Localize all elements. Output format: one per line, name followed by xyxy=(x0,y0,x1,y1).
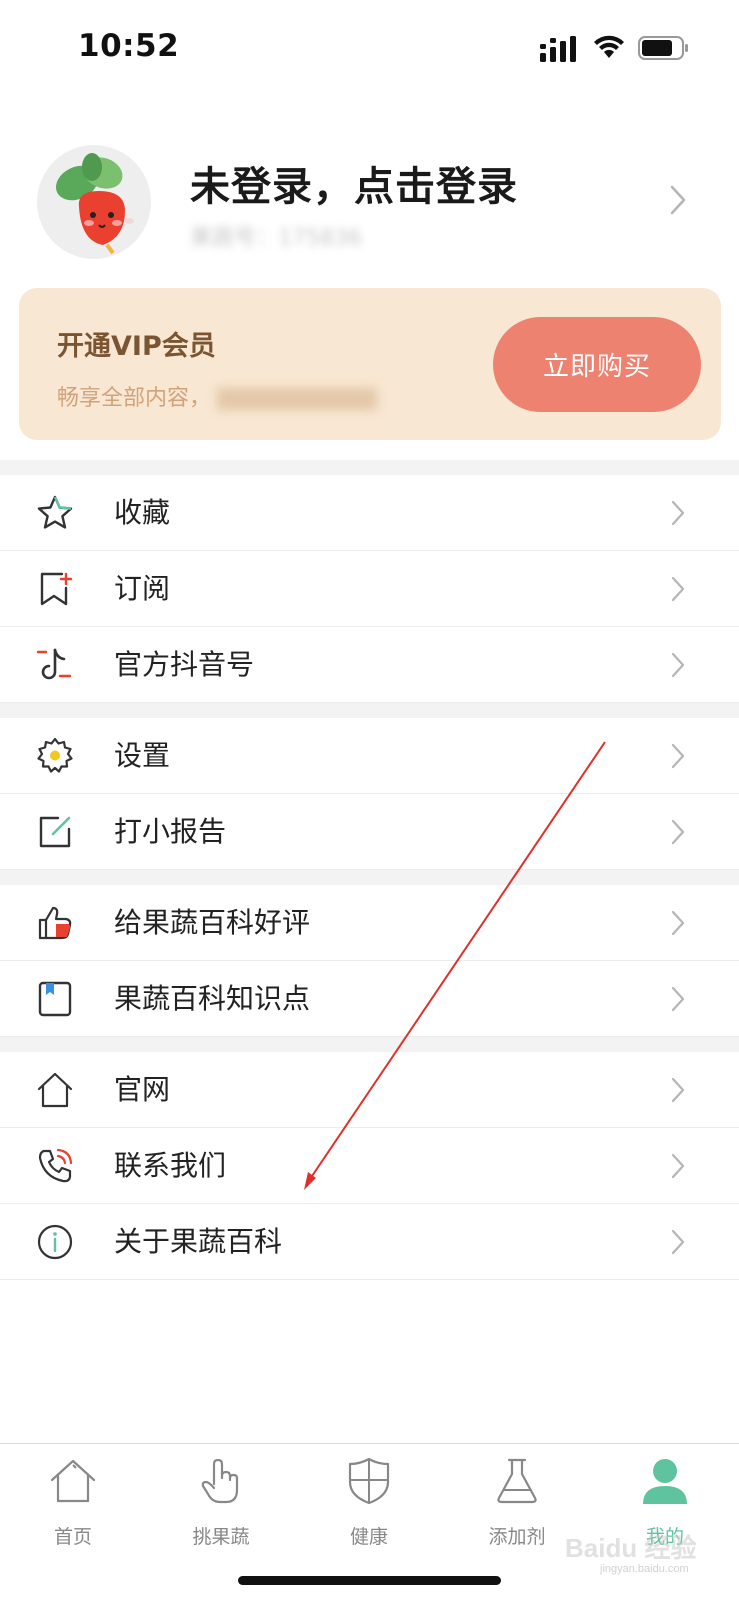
menu-item-label: 订阅 xyxy=(114,572,171,605)
tiktok-icon xyxy=(36,648,72,680)
chevron-right-icon xyxy=(671,1229,685,1255)
baidu-watermark: Baidu 经验 xyxy=(565,1533,697,1563)
menu-item-label: 打小报告 xyxy=(114,815,227,848)
chevron-right-icon xyxy=(670,185,686,215)
battery-icon xyxy=(638,36,688,60)
hand-pointer-icon xyxy=(201,1458,239,1504)
tab-label: 首页 xyxy=(53,1526,92,1548)
cellular-signal-icon xyxy=(540,36,576,62)
avatar[interactable] xyxy=(37,145,151,259)
phone-icon xyxy=(38,1148,73,1183)
menu-item-label: 收藏 xyxy=(114,496,171,529)
status-time: 10:52 xyxy=(78,28,180,64)
tab-pick-produce[interactable]: 挑果蔬 xyxy=(166,1444,276,1548)
menu-item-favorites[interactable]: 收藏 xyxy=(0,475,739,551)
section-divider xyxy=(0,703,739,718)
bookmark-plus-icon xyxy=(40,572,73,606)
tab-label: 健康 xyxy=(349,1526,388,1548)
chevron-right-icon xyxy=(671,500,685,526)
buy-now-button[interactable]: 立即购买 xyxy=(493,317,701,412)
menu-item-settings[interactable]: 设置 xyxy=(0,718,739,794)
tab-label: 挑果蔬 xyxy=(192,1526,250,1548)
menu-item-subscriptions[interactable]: 订阅 xyxy=(0,551,739,627)
shield-icon xyxy=(348,1457,390,1505)
chevron-right-icon xyxy=(671,819,685,845)
vip-title: 开通VIP会员 xyxy=(57,331,216,362)
chevron-right-icon xyxy=(671,652,685,678)
tab-label: 添加剂 xyxy=(488,1526,546,1548)
wifi-icon xyxy=(594,35,624,58)
flask-icon xyxy=(497,1458,537,1504)
menu-item-label: 关于果蔬百科 xyxy=(114,1225,283,1258)
section-divider xyxy=(0,1037,739,1052)
thumbs-up-icon xyxy=(38,906,72,940)
menu-item-rate-app[interactable]: 给果蔬百科好评 xyxy=(0,885,739,961)
star-icon xyxy=(37,495,73,529)
menu-item-report[interactable]: 打小报告 xyxy=(0,794,739,870)
menu-item-tiktok[interactable]: 官方抖音号 xyxy=(0,627,739,703)
chevron-right-icon xyxy=(671,986,685,1012)
vip-subtitle: 畅享全部内容， xyxy=(57,380,378,412)
radish-mascot-icon xyxy=(55,153,134,255)
settings-menu: 收藏 订阅 官方抖音号 设置 打小报告 给果蔬百科好评 果蔬百科知识点 官网 联… xyxy=(0,460,739,1280)
status-bar: 10:52 xyxy=(0,0,739,100)
section-divider xyxy=(0,870,739,885)
tab-additives[interactable]: 添加剂 xyxy=(462,1444,572,1548)
chevron-right-icon xyxy=(671,1077,685,1103)
menu-item-label: 官网 xyxy=(114,1073,171,1106)
tab-home[interactable]: 首页 xyxy=(18,1444,128,1548)
blurred-text xyxy=(217,388,378,410)
menu-item-label: 设置 xyxy=(114,739,171,772)
gear-icon xyxy=(37,737,73,773)
book-icon xyxy=(38,981,72,1017)
menu-item-label: 官方抖音号 xyxy=(114,648,255,681)
vip-subtitle-text: 畅享全部内容， xyxy=(57,386,212,411)
home-icon xyxy=(50,1459,96,1503)
menu-item-contact[interactable]: 联系我们 xyxy=(0,1128,739,1204)
menu-item-about[interactable]: 关于果蔬百科 xyxy=(0,1204,739,1280)
edit-icon xyxy=(39,816,71,848)
home-indicator xyxy=(238,1576,501,1585)
section-divider xyxy=(0,460,739,475)
chevron-right-icon xyxy=(671,576,685,602)
user-icon xyxy=(643,1459,687,1504)
chevron-right-icon xyxy=(671,1153,685,1179)
menu-item-knowledge[interactable]: 果蔬百科知识点 xyxy=(0,961,739,1037)
watermark-url: jingyan.baidu.com xyxy=(600,1563,689,1575)
home-outline-icon xyxy=(37,1072,73,1108)
tab-health[interactable]: 健康 xyxy=(314,1444,424,1548)
menu-item-label: 给果蔬百科好评 xyxy=(114,906,311,939)
chevron-right-icon xyxy=(671,743,685,769)
profile-header[interactable]: 未登录，点击登录 果蔬号：175836 xyxy=(0,140,739,270)
vip-card: 开通VIP会员 畅享全部内容， 立即购买 xyxy=(19,288,721,440)
chevron-right-icon xyxy=(671,910,685,936)
menu-item-label: 联系我们 xyxy=(114,1149,227,1182)
info-icon xyxy=(37,1224,73,1260)
user-id-text: 果蔬号：175836 xyxy=(190,226,362,251)
menu-item-label: 果蔬百科知识点 xyxy=(114,982,311,1015)
login-prompt[interactable]: 未登录，点击登录 xyxy=(190,154,518,212)
menu-item-website[interactable]: 官网 xyxy=(0,1052,739,1128)
